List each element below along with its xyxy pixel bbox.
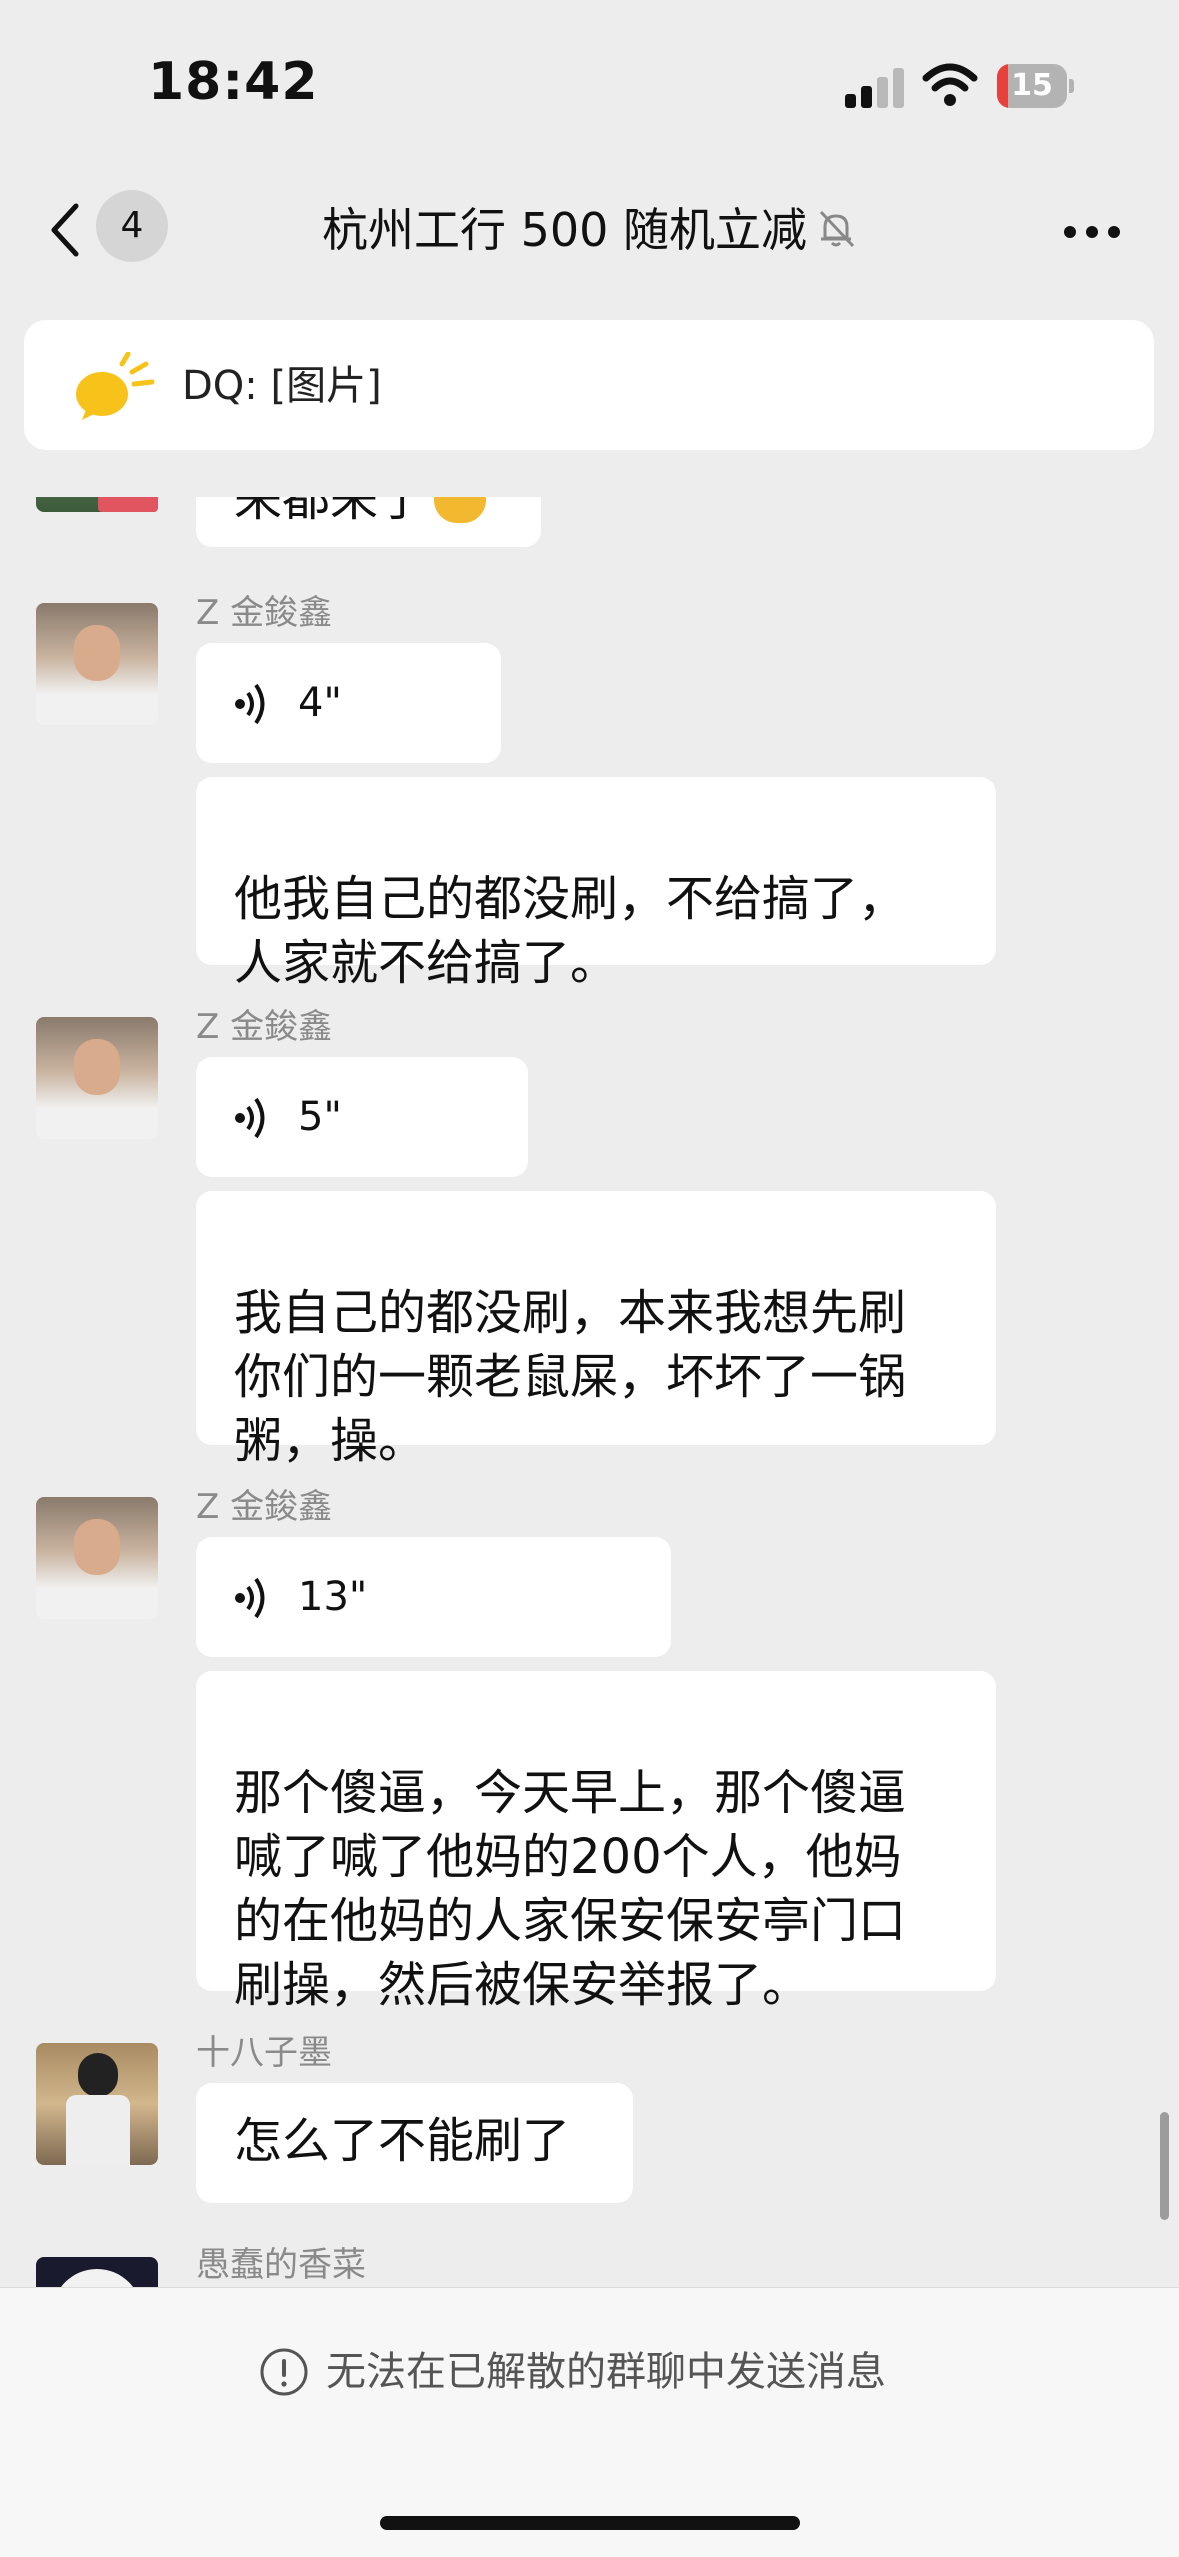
disbanded-group-notice: 无法在已解散的群聊中发送消息 bbox=[326, 2349, 886, 2395]
chat-title-text: 杭州工行 500 随机立减 bbox=[321, 203, 808, 257]
sender-name: 十八子墨 bbox=[196, 2033, 332, 2073]
avatar[interactable] bbox=[36, 1497, 158, 1619]
announcement-icon bbox=[76, 352, 155, 420]
message-text: 来都来了 bbox=[234, 497, 427, 527]
message-bubble[interactable]: 我自己的都没刷，本来我想先刷 你们的一颗老鼠屎，坏坏了一锅 粥，操。 bbox=[196, 1191, 996, 1469]
laughing-emoji-icon bbox=[434, 497, 487, 523]
cellular-signal-icon bbox=[845, 68, 907, 108]
chat-title: 杭州工行 500 随机立减 bbox=[0, 200, 1179, 260]
battery-icon: 15 bbox=[997, 64, 1075, 108]
message-text: 那个傻逼，今天早上，那个傻逼 喊了喊了他妈的200个人，他妈 的在他妈的人家保安… bbox=[234, 1765, 907, 2013]
chat-footer: 无法在已解散的群聊中发送消息 bbox=[0, 2287, 1179, 2557]
message-text: 怎么了不能刷了 bbox=[234, 2113, 571, 2169]
message-bubble[interactable]: 那个傻逼，今天早上，那个傻逼 喊了喊了他妈的200个人，他妈 的在他妈的人家保安… bbox=[196, 1671, 996, 2013]
status-bar: 18:42 15 bbox=[0, 0, 1179, 180]
more-options-icon[interactable] bbox=[1062, 224, 1122, 240]
sender-name: 愚蠢的香菜 bbox=[196, 2245, 366, 2285]
wifi-icon bbox=[922, 63, 978, 106]
status-time: 18:42 bbox=[148, 52, 319, 112]
mute-bell-icon bbox=[819, 210, 855, 248]
voice-wave-icon bbox=[235, 1577, 265, 1619]
avatar[interactable] bbox=[36, 2257, 158, 2287]
message-bubble[interactable]: 他我自己的都没刷，不给搞了， 人家就不给搞了。 bbox=[196, 777, 996, 991]
sender-name: Z 金鋑鑫 bbox=[196, 593, 333, 633]
pinned-message-text: DQ: [图片] bbox=[182, 363, 382, 409]
voice-duration: 5" bbox=[298, 1094, 342, 1140]
message-text: 我自己的都没刷，本来我想先刷 你们的一颗老鼠屎，坏坏了一锅 粥，操。 bbox=[234, 1285, 907, 1469]
voice-duration: 4" bbox=[298, 680, 342, 726]
sender-name: Z 金鋑鑫 bbox=[196, 1007, 333, 1047]
voice-message-bubble[interactable]: 5" bbox=[196, 1057, 528, 1177]
battery-percentage: 15 bbox=[1011, 68, 1053, 103]
voice-wave-icon bbox=[235, 1097, 265, 1139]
avatar[interactable] bbox=[36, 603, 158, 725]
scrollbar[interactable] bbox=[1160, 2112, 1169, 2220]
voice-wave-icon bbox=[235, 683, 265, 725]
chat-message-list[interactable]: 来都来了 Z 金鋑鑫 4" 他我自己的都没刷，不给搞了， 人家就不给搞了。 Z … bbox=[0, 497, 1179, 2287]
nav-bar: 4 杭州工行 500 随机立减 bbox=[0, 180, 1179, 310]
sender-name: Z 金鋑鑫 bbox=[196, 1487, 333, 1527]
voice-message-bubble[interactable]: 13" bbox=[196, 1537, 671, 1657]
voice-duration: 13" bbox=[298, 1574, 368, 1620]
voice-message-bubble[interactable]: 4" bbox=[196, 643, 501, 763]
home-indicator[interactable] bbox=[380, 2516, 800, 2530]
message-bubble[interactable]: 来都来了 bbox=[196, 497, 541, 547]
avatar[interactable] bbox=[36, 1017, 158, 1139]
avatar[interactable] bbox=[36, 2043, 158, 2165]
pinned-message-banner[interactable]: DQ: [图片] bbox=[24, 320, 1154, 450]
info-circle-icon bbox=[260, 2348, 308, 2396]
message-bubble[interactable]: 怎么了不能刷了 bbox=[196, 2083, 633, 2203]
avatar-badge bbox=[98, 497, 158, 512]
message-text: 他我自己的都没刷，不给搞了， 人家就不给搞了。 bbox=[234, 871, 907, 991]
